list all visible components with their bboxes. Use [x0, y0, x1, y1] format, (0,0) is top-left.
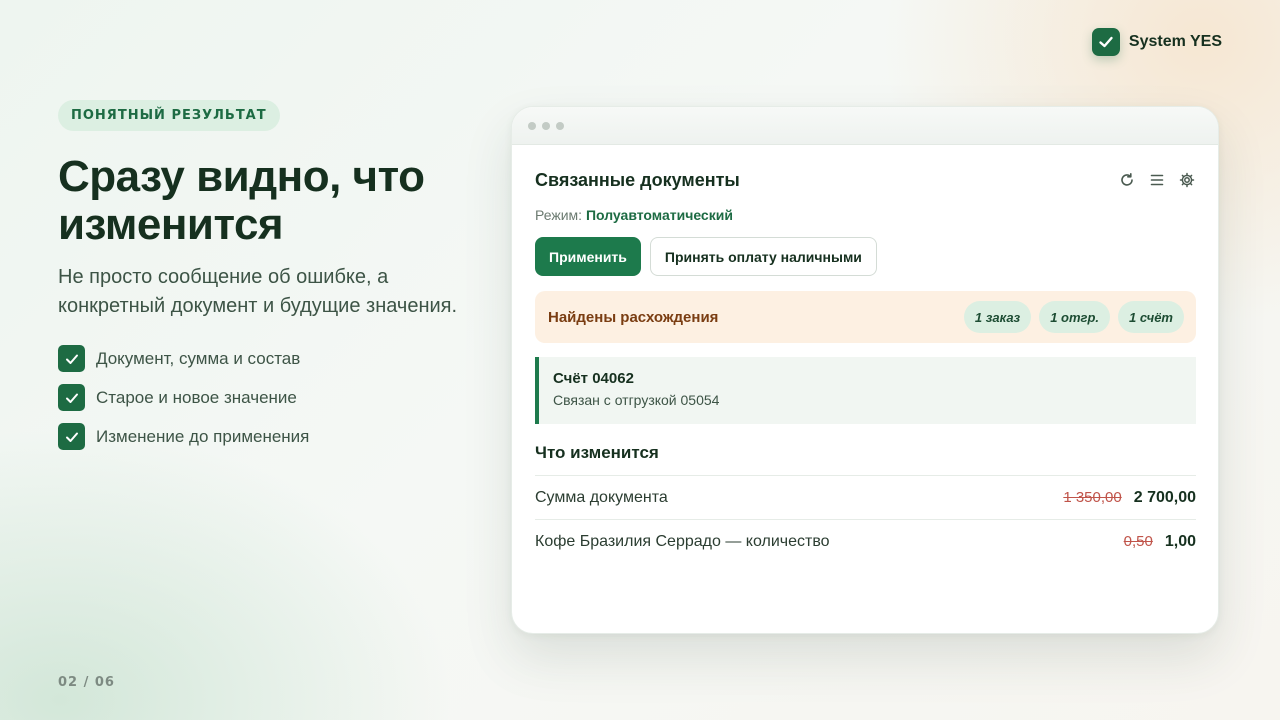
apply-button[interactable]: Применить	[535, 237, 641, 276]
changes-title: Что изменится	[535, 443, 659, 462]
mode-label: Режим:	[535, 207, 583, 223]
change-values: 0,50 1,00	[1124, 533, 1196, 551]
change-label: Сумма документа	[535, 488, 668, 506]
window-title: Связанные документы	[535, 170, 740, 190]
document-title: Счёт 04062	[553, 370, 634, 387]
alert-title: Найдены расхождения	[548, 308, 719, 326]
check-icon	[58, 345, 85, 372]
accept-cash-payment-button[interactable]: Принять оплату наличными	[649, 237, 877, 276]
new-value: 1,00	[1164, 532, 1196, 550]
feature-item: Документ, сумма и состав	[58, 345, 458, 372]
new-value: 2 700,00	[1133, 488, 1196, 506]
mode-value: Полуавтоматический	[585, 207, 733, 223]
refresh-icon[interactable]	[1118, 171, 1136, 189]
change-row: Сумма документа 1 350,00 2 700,00	[535, 475, 1196, 519]
feature-text: Изменение до применения	[96, 426, 310, 446]
menu-icon[interactable]	[1148, 171, 1166, 189]
old-value: 0,50	[1123, 532, 1153, 550]
check-icon	[1091, 28, 1120, 56]
window-dot	[542, 121, 550, 130]
change-row: Кофе Бразилия Серрадо — количество 0,50 …	[535, 519, 1196, 563]
window-titlebar	[512, 107, 1218, 145]
chip-order[interactable]: 1 заказ	[963, 301, 1032, 333]
app-window: Связанные документы Режим: Полуавтоматич…	[511, 106, 1219, 634]
settings-icon[interactable]	[1178, 171, 1196, 189]
feature-item: Старое и новое значение	[58, 384, 458, 411]
document-subtitle: Связан с отгрузкой 05054	[553, 392, 720, 408]
discrepancy-alert: Найдены расхождения 1 заказ 1 отгр. 1 сч…	[535, 291, 1196, 343]
chip-shipment[interactable]: 1 отгр.	[1039, 301, 1111, 333]
brand-name: System YES	[1128, 33, 1222, 50]
toolbar	[1118, 171, 1196, 189]
section-pill: ПОНЯТНЫЙ РЕЗУЛЬТАТ	[58, 100, 280, 131]
window-dot	[528, 121, 536, 130]
mode-indicator: Режим: Полуавтоматический	[535, 207, 733, 223]
changes-list: Сумма документа 1 350,00 2 700,00 Кофе Б…	[535, 475, 1196, 563]
headline: Сразу видно, что изменится	[58, 152, 425, 249]
window-dot	[556, 121, 564, 130]
check-icon	[58, 423, 85, 450]
check-icon	[58, 384, 85, 411]
feature-text: Документ, сумма и состав	[96, 348, 301, 368]
intro-section: ПОНЯТНЫЙ РЕЗУЛЬТАТ Сразу видно, что изме…	[58, 100, 458, 462]
subtitle: Не просто сообщение об ошибке, а конкрет…	[58, 266, 458, 317]
feature-list: Документ, сумма и состав Старое и новое …	[58, 345, 458, 450]
feature-text: Старое и новое значение	[96, 387, 297, 407]
chip-invoice[interactable]: 1 счёт	[1118, 301, 1184, 333]
document-card[interactable]: Счёт 04062 Связан с отгрузкой 05054	[535, 357, 1196, 424]
feature-item: Изменение до применения	[58, 423, 458, 450]
change-label: Кофе Бразилия Серрадо — количество	[535, 532, 830, 550]
discrepancy-chips: 1 заказ 1 отгр. 1 счёт	[963, 301, 1184, 333]
action-buttons: Применить Принять оплату наличными	[535, 237, 877, 276]
change-values: 1 350,00 2 700,00	[1063, 489, 1196, 507]
page-number: 02 / 06	[58, 675, 115, 690]
brand-logo: System YES	[1091, 28, 1222, 56]
old-value: 1 350,00	[1063, 488, 1122, 506]
